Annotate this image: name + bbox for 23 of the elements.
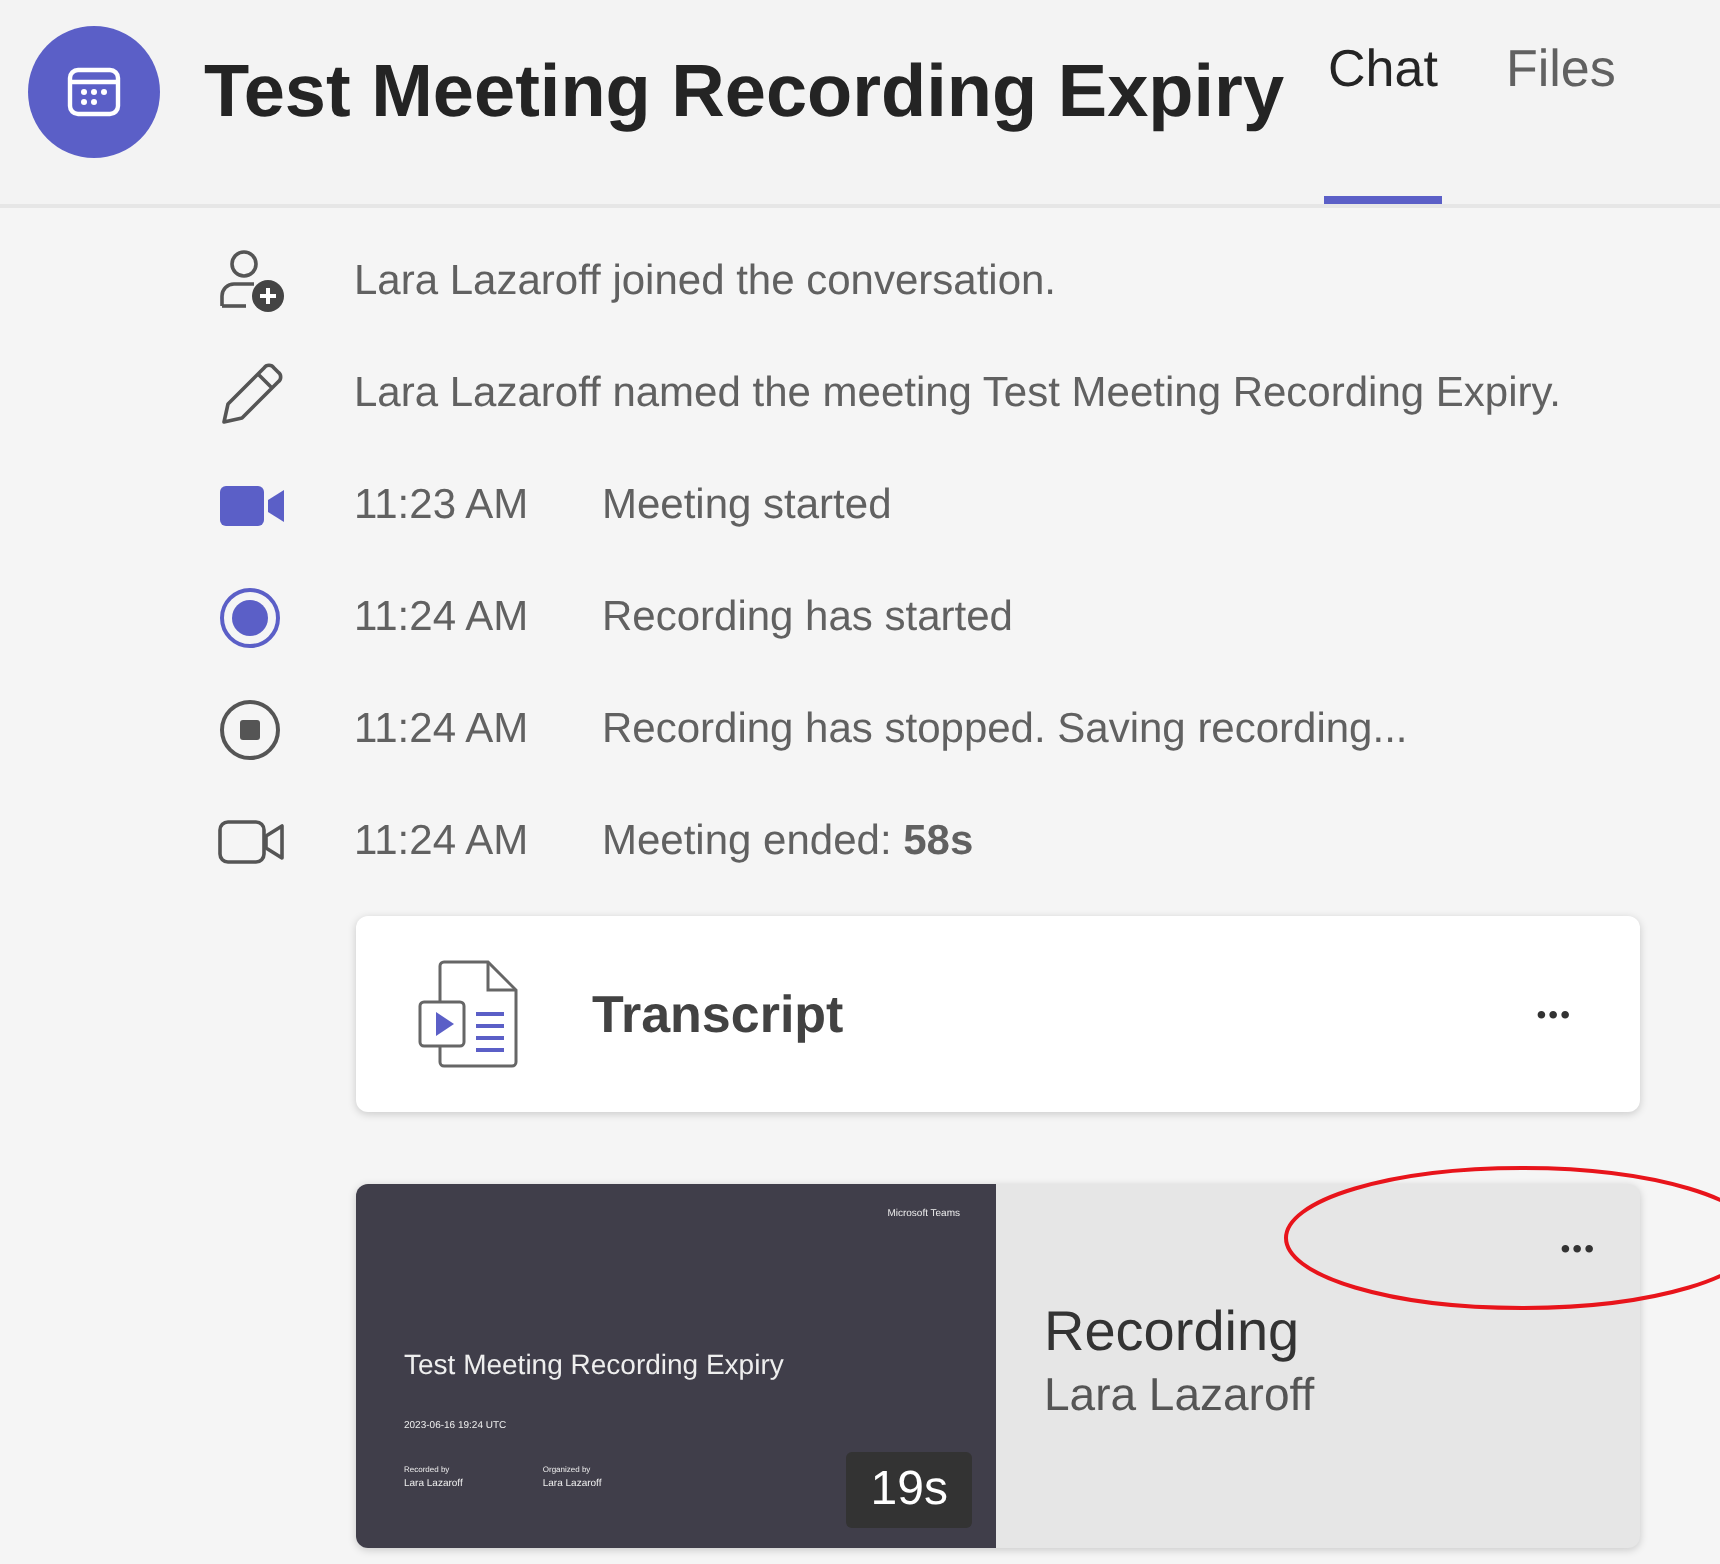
tab[interactable]: Chat [1324, 0, 1442, 204]
add-person-icon [216, 248, 288, 316]
slide-title: Test Meeting Recording Expiry [404, 1348, 784, 1380]
event-text: Lara Lazaroff joined the conversation. [354, 258, 1057, 306]
pencil-icon [216, 360, 288, 428]
card-title: Transcript [592, 983, 844, 1045]
more-options-button[interactable]: ••• [1552, 1224, 1604, 1272]
meeting-title: Test Meeting Recording Expiry [204, 50, 1285, 134]
event-time: 11:23 AM [354, 482, 531, 530]
event-text: Recording has stopped. Saving recording... [602, 706, 1408, 754]
event-text: Recording has started [602, 594, 1013, 642]
author-name: Lara Lazaroff [1044, 1368, 1315, 1422]
event-time: 11:24 AM [354, 706, 531, 754]
duration-badge: 19s [846, 1452, 972, 1528]
tab[interactable]: Files [1501, 0, 1620, 204]
event-text: Meeting started [602, 482, 892, 530]
event-time: 11:24 AM [354, 594, 531, 642]
event-time: 11:24 AM [354, 818, 531, 866]
event-text: Lara Lazaroff named the meeting Test Meeting Recording Expiry. [354, 370, 1562, 418]
card-title: Recording [1044, 1300, 1302, 1364]
transcript-card[interactable]: Transcript ••• [356, 916, 1640, 1112]
more-options-button[interactable]: ••• [1528, 990, 1580, 1038]
event-text: Meeting ended: 58s [602, 818, 974, 866]
